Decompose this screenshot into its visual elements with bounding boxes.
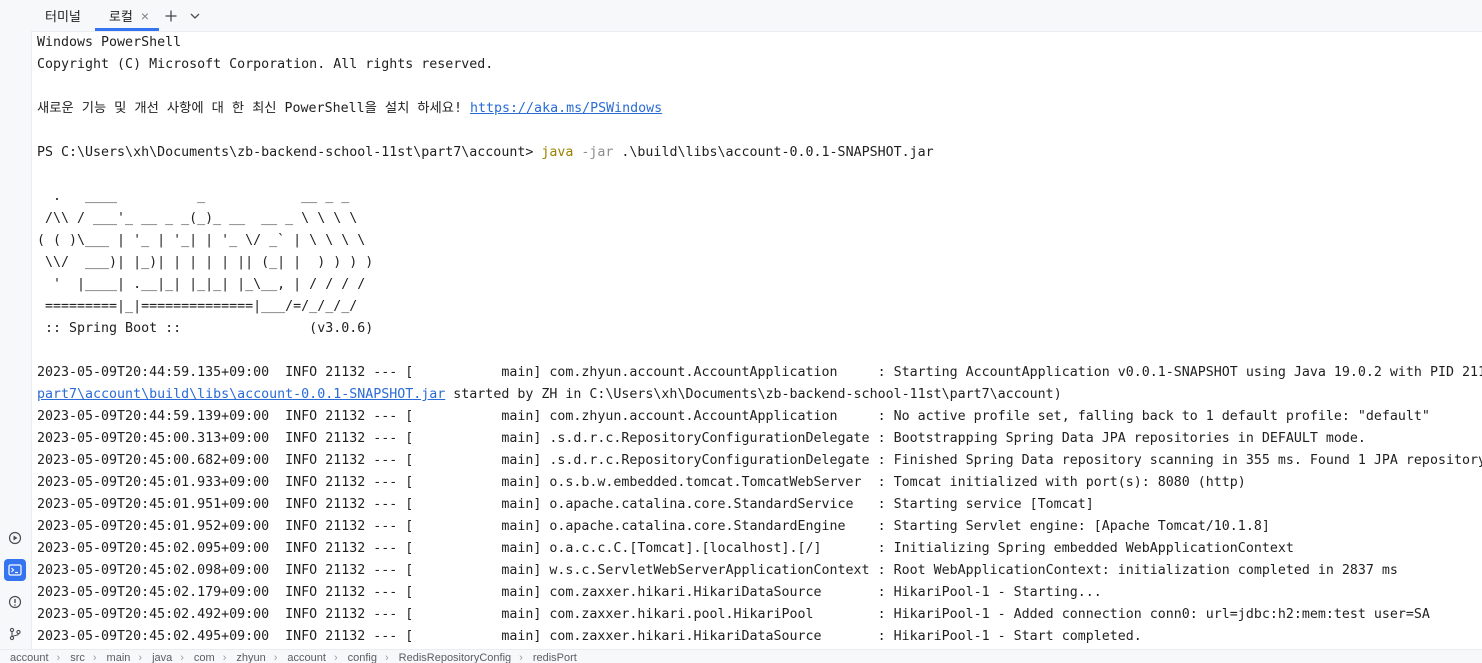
breadcrumb-item[interactable]: zhyun (236, 650, 265, 663)
chevron-down-icon[interactable] (183, 4, 207, 28)
breadcrumb-separator: › (222, 652, 227, 663)
terminal-link[interactable]: https://aka.ms/PSWindows (470, 101, 662, 116)
git-icon[interactable] (4, 623, 26, 645)
terminal-text: -jar (573, 145, 614, 160)
terminal-line: :: Spring Boot :: (v3.0.6) (37, 318, 1482, 340)
terminal-text: 2023-05-09T20:45:01.952+09:00 INFO 21132… (37, 519, 1270, 534)
breadcrumb-separator: › (92, 652, 97, 663)
breadcrumb-separator: › (384, 652, 389, 663)
terminal-text: 2023-05-09T20:44:59.135+09:00 INFO 21132… (37, 365, 1482, 380)
terminal-line: 2023-05-09T20:45:00.682+09:00 INFO 21132… (37, 450, 1482, 472)
terminal-text: PS C:\Users\xh\Documents\zb-backend-scho… (37, 145, 542, 160)
terminal-line: 2023-05-09T20:45:01.952+09:00 INFO 21132… (37, 516, 1482, 538)
breadcrumb-separator: › (138, 652, 143, 663)
terminal-text: . ____ _ __ _ _ (37, 189, 350, 204)
tab-terminal[interactable]: 터미널 (31, 0, 95, 31)
terminal-text: 2023-05-09T20:45:01.951+09:00 INFO 21132… (37, 497, 1094, 512)
breadcrumb-item[interactable]: com (194, 650, 215, 663)
terminal-text: 2023-05-09T20:45:00.682+09:00 INFO 21132… (37, 453, 1482, 468)
breadcrumb-separator: › (333, 652, 338, 663)
terminal-line: part7\account\build\libs\account-0.0.1-S… (37, 384, 1482, 406)
terminal-text: 2023-05-09T20:45:02.098+09:00 INFO 21132… (37, 563, 1398, 578)
terminal-text: 2023-05-09T20:45:02.179+09:00 INFO 21132… (37, 585, 1102, 600)
terminal-text: java (541, 145, 574, 160)
terminal-text: 2023-05-09T20:45:02.495+09:00 INFO 21132… (37, 629, 1142, 644)
terminal-text: :: Spring Boot :: (v3.0.6) (37, 321, 374, 336)
terminal-line: 새로운 기능 및 개선 사항에 대 한 최신 PowerShell을 설치 하세… (37, 98, 1482, 120)
tab-terminal-label: 터미널 (45, 9, 81, 24)
breadcrumb-separator: › (519, 652, 523, 663)
terminal-line: PS C:\Users\xh\Documents\zb-backend-scho… (37, 142, 1482, 164)
breadcrumb-item[interactable]: redisPort (533, 650, 577, 663)
terminal-line: 2023-05-09T20:45:02.492+09:00 INFO 21132… (37, 604, 1482, 626)
terminal-line: 2023-05-09T20:45:02.179+09:00 INFO 21132… (37, 582, 1482, 604)
terminal-line: 2023-05-09T20:44:59.139+09:00 INFO 21132… (37, 406, 1482, 428)
close-icon[interactable]: × (139, 8, 151, 24)
terminal-text: 2023-05-09T20:45:01.933+09:00 INFO 21132… (37, 475, 1246, 490)
breadcrumb-item[interactable]: src (70, 650, 85, 663)
add-tab-icon[interactable] (159, 4, 183, 28)
breadcrumb-item[interactable]: RedisRepositoryConfig (399, 650, 512, 663)
breadcrumb-separator: › (180, 652, 184, 663)
side-toolbar (4, 527, 28, 655)
breadcrumb-separator: › (273, 652, 278, 663)
breadcrumb-separator: › (56, 652, 61, 663)
breadcrumb-item[interactable]: java (152, 650, 172, 663)
terminal-line: 2023-05-09T20:45:02.098+09:00 INFO 21132… (37, 560, 1482, 582)
terminal-line: 2023-05-09T20:45:01.951+09:00 INFO 21132… (37, 494, 1482, 516)
breadcrumb-item[interactable]: main (107, 650, 131, 663)
terminal-text: /\\ / ___'_ __ _ _(_)_ __ __ _ \ \ \ \ (37, 211, 358, 226)
terminal-link[interactable]: part7\account\build\libs\account-0.0.1-S… (37, 387, 445, 402)
terminal-line: 2023-05-09T20:45:02.095+09:00 INFO 21132… (37, 538, 1482, 560)
terminal-line: Windows PowerShell (37, 32, 1482, 54)
tab-local-label: 로컬 (108, 9, 133, 24)
tab-local[interactable]: 로컬 × (94, 0, 160, 31)
terminal-output[interactable]: Windows PowerShell Copyright (C) Microsof… (37, 32, 1482, 650)
terminal-line: /\\ / ___'_ __ _ _(_)_ __ __ _ \ \ \ \ (37, 208, 1482, 230)
terminal-line: . ____ _ __ _ _ (37, 186, 1482, 208)
terminal-text: \\/ ___)| |_)| | | | | || (_| | ) ) ) ) (37, 255, 374, 270)
terminal-icon[interactable] (4, 559, 26, 581)
terminal-line: 2023-05-09T20:44:59.135+09:00 INFO 21132… (37, 362, 1482, 384)
terminal-text: 2023-05-09T20:45:02.095+09:00 INFO 21132… (37, 541, 1294, 556)
terminal-line: =========|_|==============|___/=/_/_/_/ (37, 296, 1482, 318)
breadcrumb: account › src › main › java › com › zhyun › account ›… (0, 649, 1482, 663)
terminal-text: Copyright (C) Microsoft Corporation. All… (37, 57, 494, 72)
terminal-line: \\/ ___)| |_)| | | | | || (_| | ) ) ) ) (37, 252, 1482, 274)
terminal-text: ' |____| .__|_| |_|_| |_\__, | / / / / (37, 277, 366, 292)
terminal-line: 2023-05-09T20:45:00.313+09:00 INFO 21132… (37, 428, 1482, 450)
problems-icon[interactable] (4, 591, 26, 613)
left-tool-strip (0, 0, 32, 663)
terminal-text: ( ( )\___ | '_ | '_| | '_ \/ _` | \ \ \ … (37, 233, 366, 248)
terminal-text: 새로운 기능 및 개선 사항에 대 한 최신 PowerShell을 설치 하세… (37, 101, 471, 116)
terminal-text: Windows PowerShell (37, 35, 182, 50)
terminal-line: ( ( )\___ | '_ | '_| | '_ \/ _` | \ \ \ … (37, 230, 1482, 252)
terminal-line: ' |____| .__|_| |_|_| |_\__, | / / / / (37, 274, 1482, 296)
terminal-text: 2023-05-09T20:45:00.313+09:00 INFO 21132… (37, 431, 1366, 446)
terminal-text: 2023-05-09T20:45:02.492+09:00 INFO 21132… (37, 607, 1430, 622)
terminal-line: 2023-05-09T20:45:02.495+09:00 INFO 21132… (37, 626, 1482, 648)
terminal-line: 2023-05-09T20:45:01.933+09:00 INFO 21132… (37, 472, 1482, 494)
breadcrumb-item[interactable]: account (10, 650, 49, 663)
terminal-text: started by ZH in C:\Users\xh\Documents\z… (445, 387, 1062, 402)
terminal-text: 2023-05-09T20:44:59.139+09:00 INFO 21132… (37, 409, 1430, 424)
services-icon[interactable] (4, 527, 26, 549)
terminal-line: Copyright (C) Microsoft Corporation. All… (37, 54, 1482, 76)
terminal-text: .\build\libs\account-0.0.1-SNAPSHOT.jar (613, 145, 934, 160)
breadcrumb-item[interactable]: config (348, 650, 377, 663)
terminal-text: =========|_|==============|___/=/_/_/_/ (37, 299, 358, 314)
terminal-tabbar: 터미널 로컬 × (31, 0, 1482, 32)
breadcrumb-item[interactable]: account (287, 650, 326, 663)
